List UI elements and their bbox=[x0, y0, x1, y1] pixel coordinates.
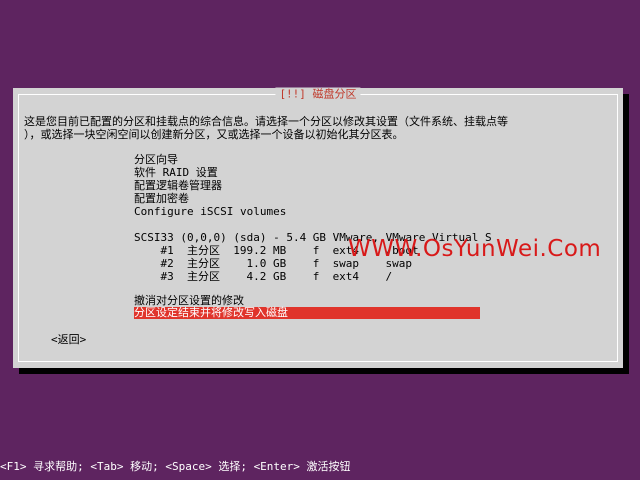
watermark-text: WWW.OsYunWei.Com bbox=[348, 236, 602, 262]
menu-item-iscsi[interactable]: Configure iSCSI volumes bbox=[134, 205, 286, 218]
dialog-title: [!!] 磁盘分区 bbox=[275, 87, 361, 101]
menu-item-partition-wizard[interactable]: 分区向导 bbox=[134, 153, 178, 166]
status-bar: <F1> 寻求帮助; <Tab> 移动; <Space> 选择; <Enter>… bbox=[0, 460, 351, 473]
intro-line-2: ），或选择一块空闲空间以创建新分区，又或选择一个设备以初始化其分区表。 bbox=[24, 128, 404, 141]
menu-item-encrypted-volumes[interactable]: 配置加密卷 bbox=[134, 192, 189, 205]
partition-dialog: [!!] 磁盘分区 这是您目前已配置的分区和挂载点的综合信息。请选择一个分区以修… bbox=[13, 87, 623, 368]
intro-line-1: 这是您目前已配置的分区和挂载点的综合信息。请选择一个分区以修改其设置（文件系统、… bbox=[24, 115, 508, 128]
menu-item-lvm[interactable]: 配置逻辑卷管理器 bbox=[134, 179, 222, 192]
back-button[interactable]: <返回> bbox=[51, 333, 86, 346]
finish-partitioning-item[interactable]: 分区设定结束并将修改写入磁盘 bbox=[134, 307, 480, 319]
menu-item-software-raid[interactable]: 软件 RAID 设置 bbox=[134, 166, 218, 179]
partition-row-3[interactable]: #3 主分区 4.2 GB f ext4 / bbox=[134, 270, 392, 283]
